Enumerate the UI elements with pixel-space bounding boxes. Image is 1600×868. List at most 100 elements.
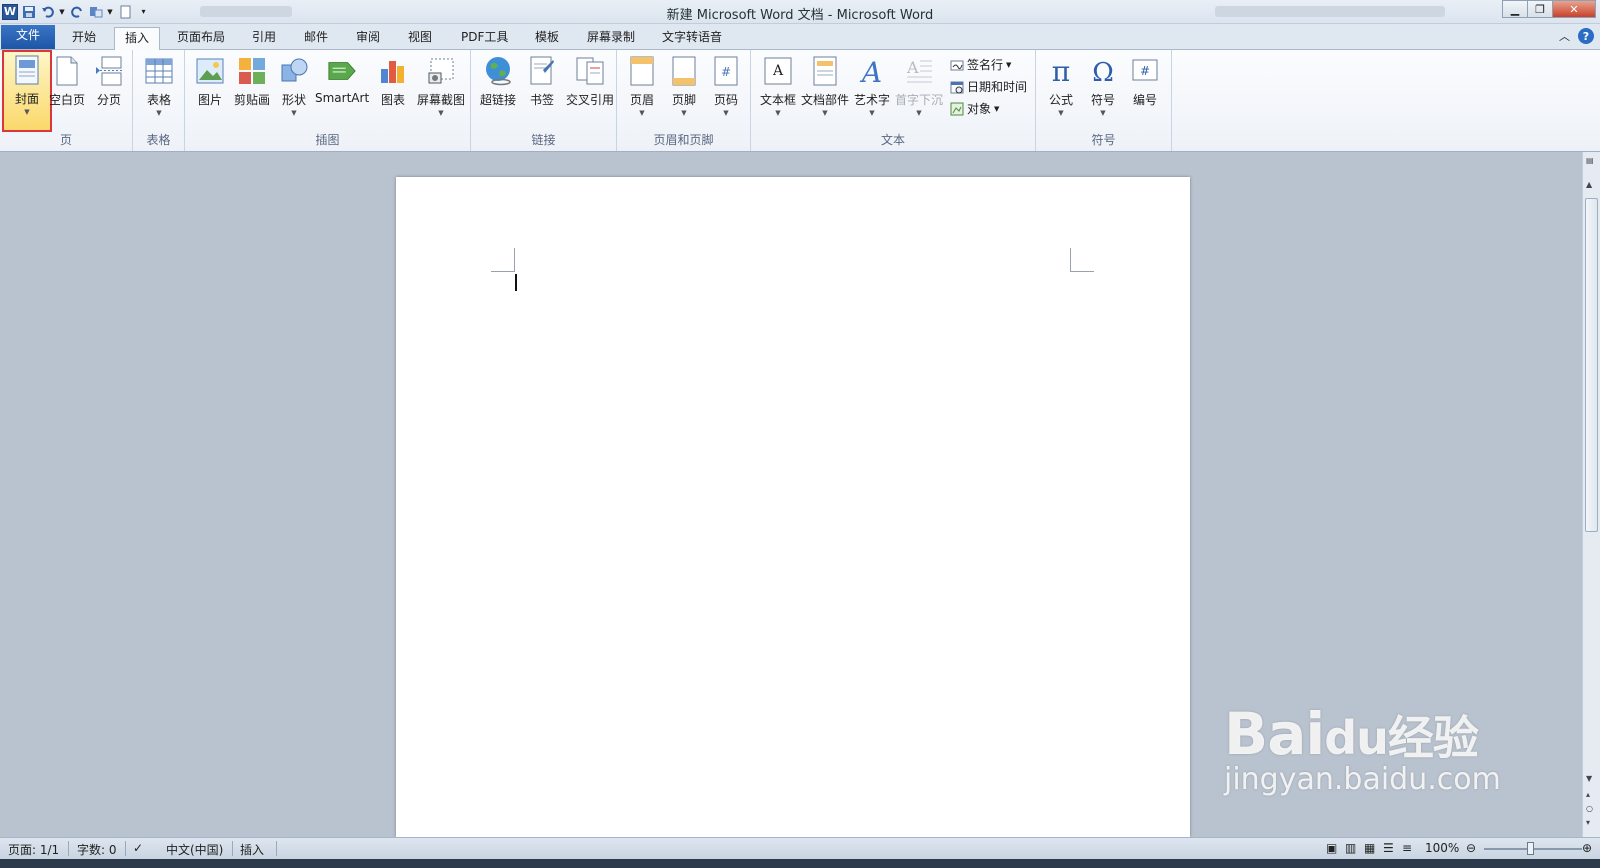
minimize-icon[interactable]: ▁ [1502,0,1528,18]
tab-templates[interactable]: 模板 [525,27,569,50]
tab-review[interactable]: 审阅 [346,27,390,50]
numbering-button[interactable]: # 编号 [1124,53,1166,123]
header-button[interactable]: 页眉 ▼ [621,53,663,123]
web-layout-icon[interactable]: ▦ [1364,841,1375,855]
group-label-links: 链接 [531,133,556,147]
scroll-thumb[interactable] [1585,198,1598,532]
group-label-illustrations: 插图 [315,133,340,147]
page-break-button[interactable]: 分页 [88,53,130,123]
ruler-toggle-icon[interactable]: ▤ [1586,156,1594,165]
svg-text:A: A [772,63,784,79]
proofing-icon[interactable]: ✓ [133,841,143,855]
page-count[interactable]: 页面: 1/1 [8,841,59,858]
language-indicator[interactable]: 中文(中国) [166,841,223,858]
quick-parts-button[interactable]: 文档部件 ▼ [801,53,849,123]
tab-home[interactable]: 开始 [62,27,106,50]
tab-page-layout[interactable]: 页面布局 [167,27,235,50]
screenshot-button[interactable]: 屏幕截图 ▼ [414,53,468,123]
cross-reference-button[interactable]: 交叉引用 [565,53,615,123]
zoom-level[interactable]: 100% [1425,841,1459,855]
blank-page-button[interactable]: 空白页 [46,53,88,123]
chart-icon [378,55,408,87]
hyperlink-button[interactable]: 超链接 [475,53,521,123]
page-number-icon: # [711,55,741,87]
picture-button[interactable]: 图片 [189,53,231,123]
group-links: 超链接 书签 交叉引用 链接 [471,50,617,151]
footer-button[interactable]: 页脚 ▼ [663,53,705,123]
restore-icon[interactable]: ❐ [1527,0,1553,18]
vertical-scrollbar[interactable]: ▤ ▲ ▼ ▴ ○ ▾ [1582,152,1600,837]
dropcap-icon: A [904,55,934,87]
table-button[interactable]: 表格 ▼ [138,53,180,123]
picture-icon [195,55,225,87]
dropdown-arrow-icon: ▼ [1100,109,1106,117]
calendar-icon [950,80,964,94]
tab-file[interactable]: 文件 [1,25,55,49]
minimize-ribbon-icon[interactable]: ︿ [1559,28,1570,44]
full-screen-reading-icon[interactable]: ▥ [1345,841,1356,855]
group-tables: 表格 ▼ 表格 [133,50,185,151]
draft-view-icon[interactable]: ≡ [1402,841,1412,855]
pi-icon: π [1046,55,1076,87]
print-layout-icon[interactable]: ▣ [1326,841,1337,855]
word-count[interactable]: 字数: 0 [77,841,117,858]
scroll-up-icon[interactable]: ▲ [1586,180,1592,189]
dropdown-arrow-icon: ▼ [822,109,828,117]
zoom-out-icon[interactable]: ⊖ [1466,841,1476,855]
wordart-icon: A [857,55,887,87]
dropdown-arrow-icon: ▼ [1058,109,1064,117]
wordart-button[interactable]: A 艺术字 ▼ [849,53,895,123]
group-label-symbols: 符号 [1091,133,1116,147]
group-label-tables: 表格 [146,133,171,147]
object-button[interactable]: 对象 ▼ [950,100,999,117]
insert-mode[interactable]: 插入 [240,841,264,858]
dropdown-arrow-icon: ▼ [639,109,645,117]
signature-line-button[interactable]: 签名行 ▼ [950,56,1011,73]
dropdown-arrow-icon: ▼ [291,109,297,117]
zoom-slider-thumb[interactable] [1527,842,1534,855]
svg-text:#: # [1140,64,1150,78]
tab-insert[interactable]: 插入 [114,27,161,51]
cover-page-button[interactable]: 封面 ▼ [2,50,52,132]
blurred-region [1215,6,1445,17]
previous-page-icon[interactable]: ▴ [1586,790,1590,799]
tab-view[interactable]: 视图 [398,27,442,50]
tab-mailings[interactable]: 邮件 [294,27,338,50]
page-break-icon [94,55,124,87]
tab-pdf-tools[interactable]: PDF工具 [451,27,518,50]
browse-object-icon[interactable]: ○ [1586,804,1593,813]
tab-text-to-speech[interactable]: 文字转语音 [652,27,732,50]
help-icon[interactable]: ? [1578,28,1594,44]
equation-button[interactable]: π 公式 ▼ [1040,53,1082,123]
bookmark-button[interactable]: 书签 [521,53,563,123]
group-header-footer: 页眉 ▼ 页脚 ▼ # 页码 ▼ 页眉和页脚 [617,50,751,151]
dropcap-button[interactable]: A 首字下沉 ▼ [895,53,943,123]
dropdown-arrow-icon: ▼ [916,109,922,117]
zoom-in-icon[interactable]: ⊕ [1582,841,1592,855]
clipart-button[interactable]: 剪贴画 [231,53,273,123]
date-time-button[interactable]: 日期和时间 [950,78,1027,95]
chart-button[interactable]: 图表 [372,53,414,123]
group-illustrations: 图片 剪贴画 形状 ▼ SmartArt 图表 屏幕截图 ▼ 插图 [185,50,471,151]
smartart-button[interactable]: SmartArt [315,53,369,123]
scroll-down-icon[interactable]: ▼ [1586,774,1592,783]
quick-parts-icon [810,55,840,87]
ribbon: 封面 ▼ 空白页 分页 页 表格 ▼ 表格 图片 剪贴画 形状 ▼ SmartA… [0,50,1600,152]
page-number-button[interactable]: # 页码 ▼ [705,53,747,123]
symbol-button[interactable]: Ω 符号 ▼ [1082,53,1124,123]
next-page-icon[interactable]: ▾ [1586,818,1590,827]
shapes-button[interactable]: 形状 ▼ [273,53,315,123]
close-icon[interactable]: ✕ [1552,0,1596,18]
svg-text:π: π [1052,56,1070,86]
object-icon [950,102,964,116]
document-page[interactable] [396,177,1190,837]
cross-reference-icon [575,55,605,87]
outline-view-icon[interactable]: ☰ [1383,841,1394,855]
tab-references[interactable]: 引用 [242,27,286,50]
tab-screen-recording[interactable]: 屏幕录制 [577,27,645,50]
margin-mark-left [491,248,515,272]
svg-text:Ω: Ω [1092,58,1114,86]
group-label-pages: 页 [59,133,72,147]
textbox-button[interactable]: A 文本框 ▼ [755,53,801,123]
signature-icon [950,58,964,72]
